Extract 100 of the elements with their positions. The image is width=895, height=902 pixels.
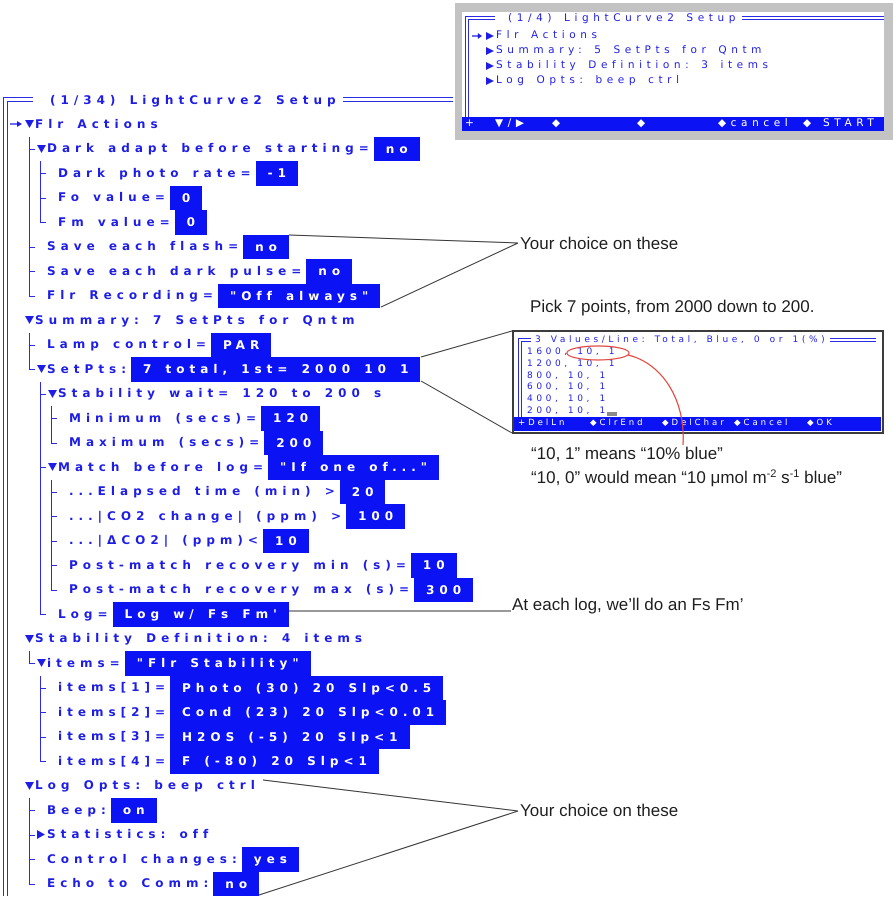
menu-item[interactable]: items[3]= xyxy=(58,730,170,744)
editor-line: 200, 10, 1 xyxy=(527,406,609,416)
editor-line: 800, 10, 1 xyxy=(527,372,609,381)
menu-item[interactable]: items[4]= xyxy=(58,754,170,768)
menu-item[interactable]: Save each flash= xyxy=(47,240,244,254)
menu-item[interactable]: items[1]= xyxy=(58,681,170,694)
menu-item[interactable]: Flr Actions xyxy=(496,30,602,42)
setting-value[interactable]: 200 xyxy=(264,430,324,455)
down-triangle-icon[interactable] xyxy=(48,390,56,398)
down-triangle-icon[interactable] xyxy=(36,144,46,153)
annotation-text: Your choice on these xyxy=(520,801,678,822)
menu-item[interactable]: ...|ΔCO2| (ppm)< xyxy=(69,534,263,548)
right-triangle-icon[interactable] xyxy=(486,77,494,85)
setting-value[interactable]: no xyxy=(243,234,289,259)
function-key[interactable]: ◆ xyxy=(637,118,650,130)
setting-value[interactable]: no xyxy=(374,136,420,161)
screen-title: (1/34) LightCurve2 Setup xyxy=(50,92,341,106)
menu-item[interactable]: SetPts: xyxy=(47,362,131,376)
menu-item[interactable]: Summary: 7 SetPts for Qntm xyxy=(35,314,360,327)
editor-line: 1600, 10, 1 xyxy=(527,348,618,358)
down-triangle-icon[interactable] xyxy=(36,365,46,374)
setting-value[interactable]: H2OS (-5) 20 Slp<1 xyxy=(170,724,410,749)
menu-item[interactable]: Dark adapt before starting= xyxy=(47,142,374,156)
setting-value[interactable]: "Flr Stability" xyxy=(124,651,311,676)
screen-title: 3 Values/Line: Total, Blue, 0 or 1(%) xyxy=(535,334,828,346)
function-key[interactable]: ◆ xyxy=(552,118,565,130)
annotation-text: At each log, we’ll do an Fs Fm’ xyxy=(512,595,744,616)
setting-value[interactable]: -1 xyxy=(256,161,298,186)
function-key[interactable]: START xyxy=(823,118,878,130)
function-key[interactable]: + xyxy=(465,118,478,130)
menu-item[interactable]: Stability Definition: 3 items xyxy=(496,60,773,72)
function-key[interactable]: ◆ xyxy=(803,118,816,130)
menu-item[interactable]: Flr Actions xyxy=(35,118,163,131)
menu-item[interactable]: Save each dark pulse= xyxy=(47,264,306,278)
right-triangle-icon[interactable] xyxy=(37,830,45,840)
setting-value[interactable]: Cond (23) 20 Slp<0.01 xyxy=(170,700,446,724)
down-triangle-icon[interactable] xyxy=(36,659,46,668)
menu-item[interactable]: Control changes: xyxy=(47,852,242,866)
down-triangle-icon[interactable] xyxy=(25,782,34,790)
setting-value[interactable]: no xyxy=(213,872,260,896)
setting-value[interactable]: 7 total, 1st= 2000 10 1 xyxy=(131,357,420,382)
menu-item[interactable]: items= xyxy=(47,656,125,670)
menu-item[interactable]: Log Opts: beep ctrl xyxy=(35,779,260,792)
annotation-text: “10, 0” would mean “10 μmol m$^{-2}$ s$^{-1}$ blue” xyxy=(531,468,842,488)
menu-item[interactable]: Statistics: off xyxy=(47,828,214,842)
setting-value[interactable]: "If one of..." xyxy=(268,455,440,480)
setting-value[interactable]: 0 xyxy=(170,186,202,210)
menu-item[interactable]: Stability Definition: 4 items xyxy=(35,632,368,646)
menu-item[interactable]: items[2]= xyxy=(58,706,170,719)
menu-item[interactable]: Match before log= xyxy=(58,460,268,474)
setting-value[interactable]: "Off always" xyxy=(218,284,380,308)
menu-item[interactable]: ...|CO2 change| (ppm) > xyxy=(69,510,346,523)
editor-line: 400, 10, 1 xyxy=(527,395,609,404)
function-key[interactable]: ▼/▶ xyxy=(495,118,528,130)
setting-value[interactable]: 10 xyxy=(410,553,457,578)
setting-value[interactable]: PAR xyxy=(210,332,272,357)
right-triangle-icon[interactable] xyxy=(486,47,494,55)
setting-value[interactable]: 10 xyxy=(262,528,309,553)
down-triangle-icon[interactable] xyxy=(48,463,56,472)
function-key[interactable]: ◆cancel xyxy=(718,118,792,130)
editor-line: 1200, 10, 1 xyxy=(527,360,618,370)
menu-item[interactable]: ...Elapsed time (min) > xyxy=(69,485,340,498)
menu-item[interactable]: Post-match recovery max (s)= xyxy=(69,583,414,596)
setting-value[interactable]: yes xyxy=(242,847,299,872)
menu-item[interactable]: Log Opts: beep ctrl xyxy=(496,75,684,87)
setting-value[interactable]: F (-80) 20 Slp<1 xyxy=(170,749,379,774)
screen-title: (1/4) LightCurve2 Setup xyxy=(508,12,740,24)
down-triangle-icon[interactable] xyxy=(25,634,34,643)
menu-item[interactable]: Stability wait= 120 to 200 s xyxy=(58,387,386,400)
setting-value[interactable]: 120 xyxy=(261,406,320,430)
setting-value[interactable]: 0 xyxy=(174,210,208,234)
setting-value[interactable]: Log w/ Fs Fm' xyxy=(112,602,289,626)
function-key[interactable]: +DelLn xyxy=(518,419,568,429)
setting-value[interactable]: on xyxy=(110,798,157,822)
right-triangle-icon[interactable] xyxy=(486,62,494,70)
menu-item[interactable]: Lamp control= xyxy=(47,338,211,352)
function-key[interactable]: ◆ClrEnd xyxy=(590,419,646,429)
editor-line: 600, 10, 1 xyxy=(527,383,609,392)
menu-item[interactable]: Dark photo rate= xyxy=(58,166,256,180)
function-key[interactable]: ◆Cancel xyxy=(734,419,790,429)
menu-item[interactable]: Echo to Comm: xyxy=(47,877,214,890)
menu-item[interactable]: Beep: xyxy=(47,804,111,817)
setting-value[interactable]: no xyxy=(306,259,352,284)
menu-item[interactable]: Fm value= xyxy=(58,216,175,229)
down-triangle-icon[interactable] xyxy=(25,120,34,128)
down-triangle-icon[interactable] xyxy=(25,316,34,324)
setting-value[interactable]: 20 xyxy=(340,480,386,504)
menu-item[interactable]: Minimum (secs)= xyxy=(69,412,261,425)
menu-item[interactable]: Post-match recovery min (s)= xyxy=(69,558,411,572)
menu-item[interactable]: Log= xyxy=(58,608,113,621)
annotation-text: “10, 1” means “10% blue” xyxy=(531,444,723,464)
setting-value[interactable]: 100 xyxy=(346,504,406,528)
menu-item[interactable]: Maximum (secs)= xyxy=(69,436,264,450)
menu-item[interactable]: Fo value= xyxy=(58,191,170,204)
function-key[interactable]: ◆OK xyxy=(807,419,835,429)
menu-item[interactable]: Flr Recording= xyxy=(47,289,218,302)
right-triangle-icon[interactable] xyxy=(486,32,494,40)
menu-item[interactable]: Summary: 5 SetPts for Qntm xyxy=(496,45,766,57)
setting-value[interactable]: 300 xyxy=(414,578,474,602)
setting-value[interactable]: Photo (30) 20 Slp<0.5 xyxy=(170,676,444,700)
